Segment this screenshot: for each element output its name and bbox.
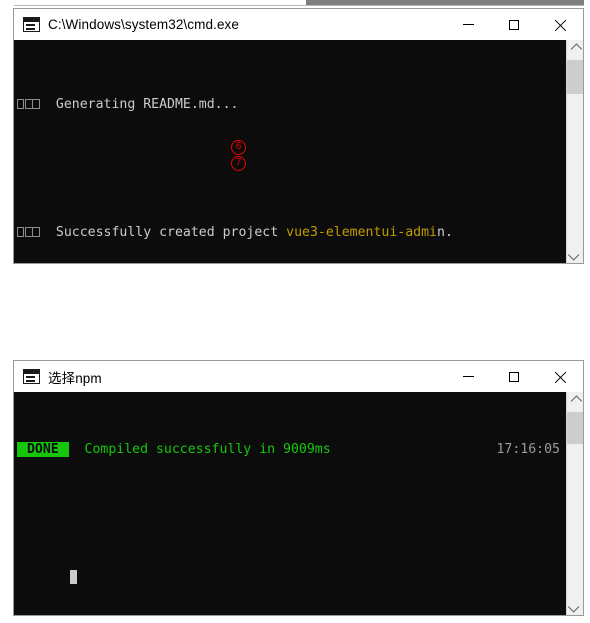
project-name: vue3-elementui-admi xyxy=(286,225,437,240)
console-line-done: DONE Compiled successfully in 9009ms 17:1… xyxy=(17,442,560,457)
maximize-icon xyxy=(509,19,519,30)
titlebar-cmd-exe[interactable]: C:\Windows\system32\cmd.exe xyxy=(14,9,583,40)
cmd-icon xyxy=(23,369,40,384)
window-controls-cmd-exe[interactable] xyxy=(445,9,583,40)
window-select-npm[interactable]: 选择npm DONE Compiled successfully in 9009… xyxy=(13,360,584,616)
window-cmd-exe[interactable]: C:\Windows\system32\cmd.exe Generating R… xyxy=(13,8,584,264)
window-controls-select-npm[interactable] xyxy=(445,361,583,392)
scroll-down-button[interactable] xyxy=(567,246,583,263)
offscreen-window-edge xyxy=(14,5,584,6)
maximize-button[interactable] xyxy=(491,361,537,392)
screenshot-root: C:\Windows\system32\cmd.exe Generating R… xyxy=(0,0,590,623)
missing-glyph-icon xyxy=(25,227,40,237)
minimize-button[interactable] xyxy=(445,361,491,392)
timestamp: 17:16:05 xyxy=(496,442,560,457)
console-line: Generating README.md... xyxy=(17,97,566,113)
minimize-icon xyxy=(462,24,474,25)
scrollbar-cmd-exe[interactable] xyxy=(566,40,583,263)
console-line: Successfully created project vue3-elemen… xyxy=(17,225,566,241)
console-area-select-npm[interactable]: DONE Compiled successfully in 9009ms 17:1… xyxy=(14,392,583,615)
chevron-up-icon xyxy=(570,42,583,55)
missing-glyph-icon xyxy=(17,227,24,237)
annotation-circle-6: 6 xyxy=(231,140,246,155)
terminal-cursor xyxy=(70,570,77,584)
titlebar-select-npm[interactable]: 选择npm xyxy=(14,361,583,392)
minimize-button[interactable] xyxy=(445,9,491,40)
status-badge-done: DONE xyxy=(17,442,69,457)
window-title-cmd-exe: C:\Windows\system32\cmd.exe xyxy=(48,17,240,32)
close-icon xyxy=(554,371,566,383)
scroll-up-button[interactable] xyxy=(567,392,583,409)
scrollbar-thumb[interactable] xyxy=(567,412,583,444)
cmd-icon xyxy=(23,17,40,32)
console-output-cmd-exe: Generating README.md... Successfully cre… xyxy=(14,40,566,263)
console-output-select-npm: DONE Compiled successfully in 9009ms 17:1… xyxy=(14,392,566,615)
scroll-up-button[interactable] xyxy=(567,40,583,57)
missing-glyph-icon xyxy=(25,99,40,109)
console-cursor-line xyxy=(17,570,566,586)
close-icon xyxy=(554,19,566,31)
scroll-down-button[interactable] xyxy=(567,598,583,615)
chevron-down-icon xyxy=(567,600,580,613)
close-button[interactable] xyxy=(537,9,583,40)
scrollbar-thumb[interactable] xyxy=(567,60,583,94)
maximize-button[interactable] xyxy=(491,9,537,40)
chevron-down-icon xyxy=(567,248,580,261)
close-button[interactable] xyxy=(537,361,583,392)
missing-glyph-icon xyxy=(17,99,24,109)
console-area-cmd-exe[interactable]: Generating README.md... Successfully cre… xyxy=(14,40,583,263)
annotation-circle-7: 7 xyxy=(231,156,246,171)
scrollbar-select-npm[interactable] xyxy=(566,392,583,615)
maximize-icon xyxy=(509,371,519,382)
minimize-icon xyxy=(462,376,474,377)
window-title-select-npm: 选择npm xyxy=(48,370,102,386)
chevron-up-icon xyxy=(570,394,583,407)
